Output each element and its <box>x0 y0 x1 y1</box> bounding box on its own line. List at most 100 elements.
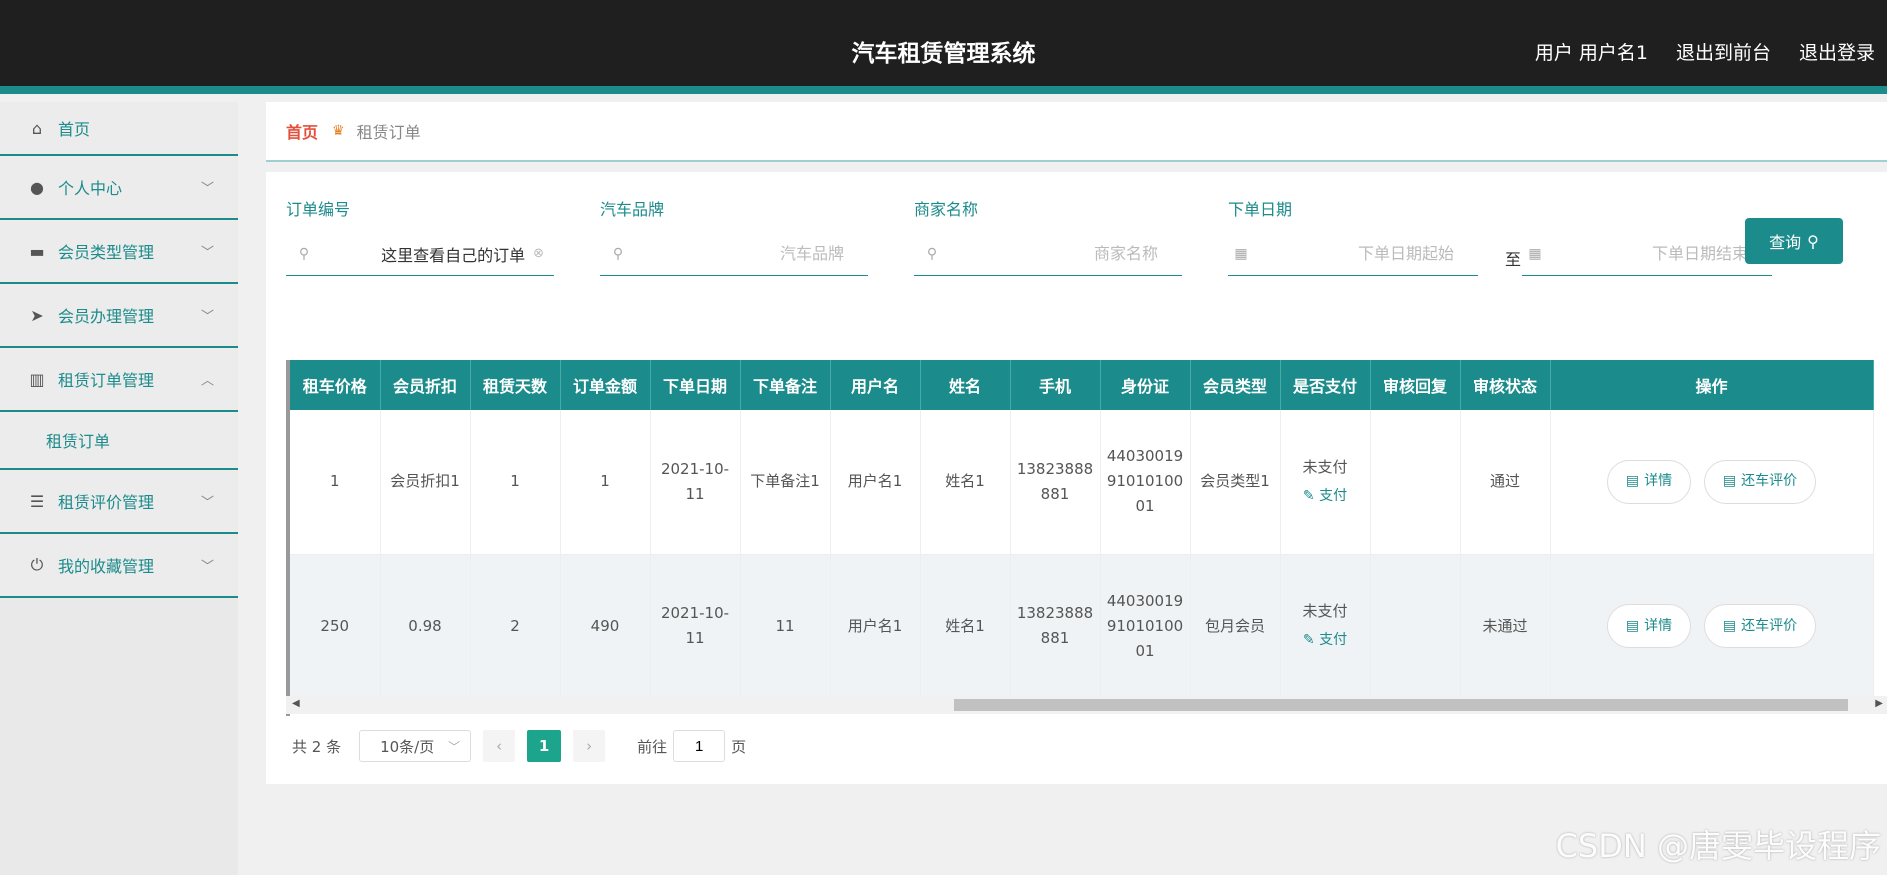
cell-price: 250 <box>290 554 381 699</box>
scroll-right-arrow-icon[interactable]: ▶ <box>1875 698 1883 709</box>
filter-brand: 汽车品牌 <box>600 196 664 219</box>
edit-icon: ✎ <box>1302 632 1320 648</box>
chevron-down-icon: ﹀ <box>200 181 214 197</box>
cell-actions: ▤ 详情 ▤ 还车评价 <box>1550 554 1874 699</box>
paid-status: 未支付 <box>1302 457 1348 476</box>
user-label[interactable]: 用户 用户名1 <box>1535 38 1648 65</box>
cell-name: 姓名1 <box>920 554 1011 699</box>
review-button-label: 还车评价 <box>1741 617 1798 634</box>
sidebar-item-label: 我的收藏管理 <box>58 557 155 576</box>
date-end-input[interactable] <box>1548 244 1772 263</box>
next-page-button[interactable]: › <box>573 730 606 762</box>
paid-status: 未支付 <box>1302 602 1348 620</box>
cell-status: 通过 <box>1460 410 1551 555</box>
goto-page-input[interactable] <box>673 730 726 762</box>
calendar-icon: ▦ <box>1528 245 1542 262</box>
pay-link[interactable]: ✎ 支付 <box>1287 628 1364 653</box>
goto-prefix: 前往 <box>637 737 668 756</box>
cell-note: 下单备注1 <box>740 410 831 555</box>
pay-link-label: 支付 <box>1319 487 1348 504</box>
column-header: 下单日期 <box>650 360 741 410</box>
breadcrumb-home[interactable]: 首页 <box>286 119 318 143</box>
sidebar-item-label: 租赁订单管理 <box>58 371 155 390</box>
pay-link[interactable]: ✎ 支付 <box>1287 484 1364 509</box>
detail-button-label: 详情 <box>1644 473 1673 490</box>
column-header: 身份证 <box>1100 360 1191 410</box>
query-button[interactable]: 查询 ⚲ <box>1745 218 1843 264</box>
detail-button[interactable]: ▤ 详情 <box>1606 459 1692 504</box>
cell-date: 2021-10-11 <box>650 410 741 555</box>
sidebar-item-member-apply[interactable]: ➤ 会员办理管理 ﹀ <box>0 284 238 348</box>
search-icon: ⚲ <box>926 245 938 262</box>
cell-reply <box>1370 554 1461 699</box>
column-header: 租赁天数 <box>470 360 561 410</box>
review-button[interactable]: ▤ 还车评价 <box>1703 604 1817 648</box>
chevron-down-icon: ﹀ <box>200 559 214 575</box>
brand-field[interactable]: ⚲ <box>600 232 868 276</box>
cell-discount: 0.98 <box>380 554 471 699</box>
chevron-down-icon: ﹀ <box>200 309 214 325</box>
main-panel: 订单编号 ⚲ ⊗ 汽车品牌 ⚲ 商家名称 ⚲ 下单日期 ▦ 至 <box>266 172 1887 784</box>
cell-days: 2 <box>470 554 561 699</box>
prev-page-button[interactable]: ‹ <box>483 730 516 762</box>
user-icon: ● <box>30 177 44 197</box>
review-button-label: 还车评价 <box>1741 473 1798 490</box>
sidebar-item-favorites[interactable]: ⏻ 我的收藏管理 ﹀ <box>0 534 238 598</box>
cell-days: 1 <box>470 410 561 555</box>
brand-input[interactable] <box>636 244 868 263</box>
scrollbar-thumb[interactable] <box>954 699 1848 711</box>
back-to-front-link[interactable]: 退出到前台 <box>1676 38 1771 65</box>
date-end-field[interactable]: ▦ <box>1522 232 1772 276</box>
clear-icon[interactable]: ⊗ <box>533 246 544 261</box>
sidebar-subitem-orders[interactable]: 租赁订单 <box>0 412 238 470</box>
cell-price: 1 <box>290 410 381 555</box>
date-start-input[interactable] <box>1254 244 1478 263</box>
top-header: 汽车租赁管理系统 用户 用户名1 退出到前台 退出登录 <box>0 0 1887 94</box>
column-header: 审核状态 <box>1460 360 1551 410</box>
document-icon: ▤ <box>1625 473 1640 490</box>
merchant-input[interactable] <box>950 244 1182 263</box>
sidebar-item-member-type[interactable]: ▬ 会员类型管理 ﹀ <box>0 220 238 284</box>
column-header: 手机 <box>1010 360 1101 410</box>
date-start-field[interactable]: ▦ <box>1228 232 1478 276</box>
sidebar-item-label: 会员类型管理 <box>58 243 155 262</box>
column-header: 会员折扣 <box>380 360 471 410</box>
sidebar-item-label: 个人中心 <box>58 179 123 198</box>
cell-username: 用户名1 <box>830 410 921 555</box>
pagination: 共 2 条 10条/页 ﹀ ‹ 1 › 前往 页 <box>292 730 746 762</box>
sidebar-item-reviews[interactable]: ☰ 租赁评价管理 ﹀ <box>0 470 238 534</box>
horizontal-scrollbar[interactable]: ◀ ▶ <box>286 696 1887 714</box>
cell-reply <box>1370 410 1461 555</box>
review-button[interactable]: ▤ 还车评价 <box>1703 459 1817 504</box>
column-header: 租车价格 <box>290 360 381 410</box>
filter-label: 商家名称 <box>914 200 979 219</box>
cell-member-type: 会员类型1 <box>1190 410 1281 555</box>
total-count: 共 2 条 <box>292 737 342 756</box>
cell-phone: 13823888881 <box>1010 554 1101 699</box>
cell-status: 未通过 <box>1460 554 1551 699</box>
table-row: 250 0.98 2 490 2021-10-11 11 用户名1 姓名1 13… <box>290 554 1874 699</box>
date-range-separator: 至 <box>1505 250 1522 269</box>
order-no-field[interactable]: ⚲ ⊗ <box>286 232 554 276</box>
column-header: 操作 <box>1550 360 1874 410</box>
crown-icon: ♛ <box>332 123 345 139</box>
order-no-input[interactable] <box>322 244 534 263</box>
chart-icon: ▥ <box>29 369 45 389</box>
merchant-field[interactable]: ⚲ <box>914 232 1182 276</box>
sliders-icon: ☰ <box>29 491 45 511</box>
column-header: 订单金额 <box>560 360 651 410</box>
detail-button[interactable]: ▤ 详情 <box>1606 604 1692 648</box>
sidebar-item-personal[interactable]: ● 个人中心 ﹀ <box>0 156 238 220</box>
column-header: 审核回复 <box>1370 360 1461 410</box>
logout-link[interactable]: 退出登录 <box>1799 38 1875 65</box>
cell-phone: 13823888881 <box>1010 410 1101 555</box>
column-header: 是否支付 <box>1280 360 1371 410</box>
scroll-left-arrow-icon[interactable]: ◀ <box>292 698 300 709</box>
page-size-select[interactable]: 10条/页 ﹀ <box>359 730 472 762</box>
sidebar-item-home[interactable]: ⌂ 首页 <box>0 102 238 156</box>
sidebar-item-label: 租赁评价管理 <box>58 493 155 512</box>
sidebar-item-orders[interactable]: ▥ 租赁订单管理 ︿ <box>0 348 238 412</box>
cell-amount: 1 <box>560 410 651 555</box>
page-number-current[interactable]: 1 <box>527 730 562 762</box>
send-icon: ➤ <box>30 305 44 325</box>
